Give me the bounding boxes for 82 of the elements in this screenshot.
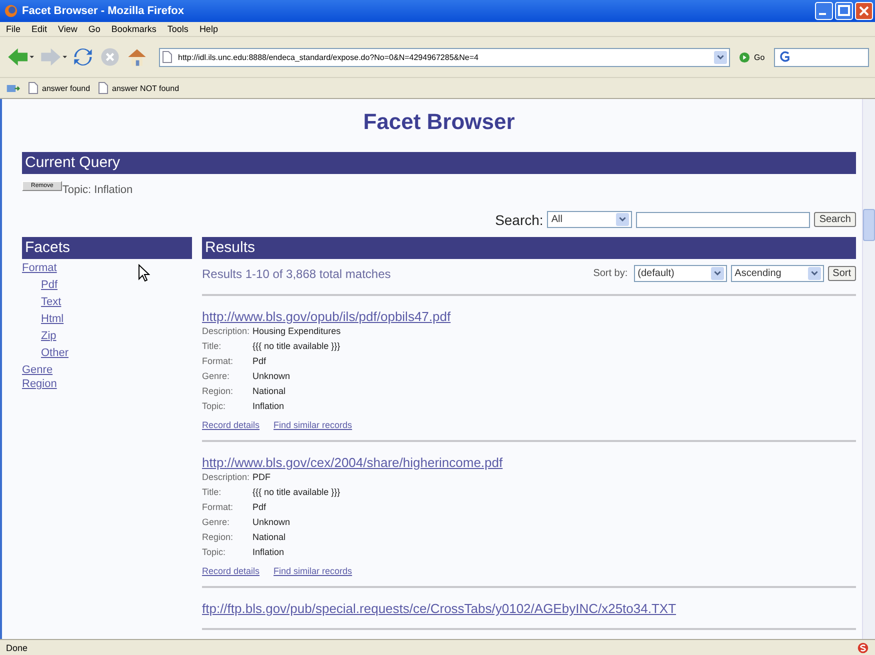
scrollbar[interactable] (862, 99, 875, 639)
bookmark-item[interactable]: answer found (28, 82, 90, 94)
field-value: Pdf (252, 502, 268, 512)
field-label: Title: (202, 341, 222, 351)
facet-link[interactable]: Region (22, 378, 57, 391)
reload-icon[interactable] (72, 46, 94, 68)
go-icon (739, 52, 750, 62)
field-value: {{{ no title available }}} (252, 341, 342, 351)
menu-item[interactable]: Help (199, 24, 218, 34)
facet-value-link[interactable]: Zip (41, 330, 56, 342)
record-link[interactable]: Find similar records (274, 420, 352, 430)
close-icon[interactable] (855, 2, 873, 20)
field-value: National (252, 386, 287, 396)
section-header: Current Query (22, 152, 856, 174)
window-title: Facet Browser - Mozilla Firefox (22, 5, 185, 17)
search-engine-icon (778, 50, 792, 64)
menu-item[interactable]: Edit (32, 24, 48, 34)
field-label: Description: (202, 472, 250, 482)
maximize-icon[interactable] (835, 2, 853, 20)
sort-button[interactable]: Sort (828, 266, 856, 281)
results-summary: Results 1-10 of 3,868 total matches (202, 266, 392, 280)
facets-header: Facets (22, 237, 192, 259)
record-link[interactable]: Record details (202, 566, 260, 576)
facet-value-link[interactable]: Other (41, 347, 69, 359)
menu-item[interactable]: View (58, 24, 78, 34)
menu-item[interactable]: Tools (167, 24, 188, 34)
facet-value-link[interactable]: Pdf (41, 279, 58, 291)
bookmark-item[interactable]: answer NOT found (98, 82, 180, 94)
field-label: Format: (202, 502, 234, 512)
facet-value-link[interactable]: Html (41, 313, 64, 325)
search-input[interactable] (636, 212, 810, 228)
result-link[interactable]: http://www.bls.gov/opub/ils/pdf/opbils47.pdf (202, 309, 451, 324)
search-button[interactable]: Search (814, 212, 856, 227)
search-field[interactable] (774, 48, 869, 66)
field-label: Region: (202, 386, 234, 396)
field-value: Inflation (252, 547, 286, 557)
menu-item[interactable]: Go (88, 24, 100, 34)
field-value: Housing Expenditures (252, 326, 342, 336)
field-label: Title: (202, 487, 222, 497)
go-button[interactable]: Go (735, 52, 769, 62)
page-title: Facet Browser (362, 109, 516, 135)
field-label: Format: (202, 356, 234, 366)
menu-item[interactable]: Bookmarks (111, 24, 156, 34)
record-link[interactable]: Find similar records (274, 566, 352, 576)
result-link[interactable]: ftp://ftp.bls.gov/pub/special.requests/ce/CrossTabs/y0102/AGEbyINC/x25to34.TXT (202, 601, 676, 616)
minimize-icon[interactable] (815, 2, 833, 20)
results-header: Results (202, 237, 856, 259)
field-value: Pdf (252, 356, 268, 366)
browser-logo-icon (4, 4, 18, 18)
field-value: {{{ no title available }}} (252, 487, 342, 497)
scope-select[interactable]: All (547, 211, 632, 228)
status-text: Done (6, 642, 28, 652)
page-icon (98, 82, 108, 94)
mouse-pointer-icon (138, 264, 150, 282)
search-label: Search: (495, 212, 544, 228)
field-label: Genre: (202, 517, 231, 527)
field-label: Genre: (202, 371, 231, 381)
facet-link[interactable]: Format (22, 262, 57, 275)
field-label: Description: (202, 326, 250, 336)
field-value: PDF (252, 472, 272, 482)
field-label: Topic: (202, 401, 227, 411)
query-term: Topic: Inflation (62, 184, 133, 196)
menu-item[interactable]: File (6, 24, 21, 34)
sort-order-select[interactable]: Ascending (730, 265, 824, 282)
record-link[interactable]: Record details (202, 420, 260, 430)
facet-link[interactable]: Genre (22, 364, 53, 377)
result-link[interactable]: http://www.bls.gov/cex/2004/share/higherincome.pdf (202, 455, 503, 470)
bookmarks-toolbar-icon[interactable] (6, 82, 20, 94)
page-icon (162, 51, 172, 63)
field-value: National (252, 532, 287, 542)
page-icon (28, 82, 38, 94)
status-icon (857, 642, 869, 654)
back-arrow-icon[interactable] (6, 46, 34, 68)
field-value: Unknown (252, 371, 292, 381)
field-label: Region: (202, 532, 234, 542)
sort-field-select[interactable]: (default) (634, 265, 727, 282)
field-value: Unknown (252, 517, 292, 527)
address-field[interactable]: http://idl.ils.unc.edu:8888/endeca_standard/expose.do?No=0&N=4294967285&Ne=4 (159, 48, 730, 66)
field-value: Inflation (252, 401, 286, 411)
sort-label: Sort by: (593, 268, 628, 279)
field-label: Topic: (202, 547, 227, 557)
facet-value-link[interactable]: Text (41, 296, 62, 308)
